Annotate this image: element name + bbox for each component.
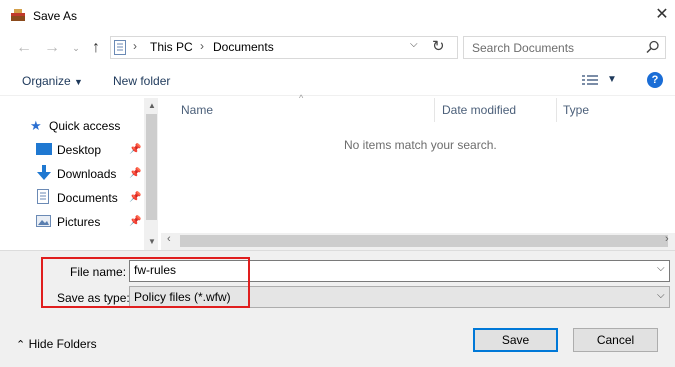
desktop-icon xyxy=(36,143,52,155)
sidebar-item-quick-access[interactable]: Quick access xyxy=(49,119,120,133)
up-arrow-icon[interactable]: ↑ xyxy=(86,38,106,58)
hide-folders-button[interactable]: ⌃ Hide Folders xyxy=(16,337,97,351)
new-folder-button[interactable]: New folder xyxy=(113,74,170,88)
cancel-button[interactable]: Cancel xyxy=(573,328,658,352)
chevron-down-icon: ▼ xyxy=(74,77,83,87)
back-arrow-icon[interactable]: ← xyxy=(14,38,34,58)
refresh-icon[interactable]: ↻ xyxy=(432,37,445,55)
scroll-right-arrow-icon[interactable]: › xyxy=(665,233,669,245)
title-bar xyxy=(0,0,675,32)
column-header-name[interactable]: Name xyxy=(181,103,213,117)
pin-icon[interactable]: 📌 xyxy=(129,144,141,155)
organize-button[interactable]: Organize ▼ xyxy=(22,74,83,88)
this-pc-icon xyxy=(114,40,126,55)
empty-results-message: No items match your search. xyxy=(344,138,497,152)
breadcrumb-separator-icon: › xyxy=(133,39,137,53)
sort-caret-icon: ^ xyxy=(299,93,304,103)
search-placeholder: Search Documents xyxy=(472,41,575,55)
window-title: Save As xyxy=(33,9,78,23)
file-list-scrollbar-thumb[interactable] xyxy=(180,235,668,247)
sidebar-item-downloads[interactable]: Downloads xyxy=(57,167,116,181)
command-bar xyxy=(0,66,675,96)
breadcrumb-this-pc[interactable]: This PC xyxy=(150,40,193,54)
scroll-up-arrow-icon[interactable]: ▲ xyxy=(148,101,156,110)
column-divider[interactable] xyxy=(434,98,435,122)
sidebar-item-desktop[interactable]: Desktop xyxy=(57,143,101,157)
download-arrow-icon xyxy=(37,165,51,180)
help-button[interactable]: ? xyxy=(647,72,663,88)
star-icon: ★ xyxy=(30,118,42,133)
scroll-down-arrow-icon[interactable]: ▼ xyxy=(148,237,156,246)
app-icon xyxy=(11,9,25,21)
sidebar-scrollbar-thumb[interactable] xyxy=(146,114,157,220)
breadcrumb-documents[interactable]: Documents xyxy=(213,40,274,54)
close-icon[interactable]: ✕ xyxy=(650,4,674,26)
sidebar-item-pictures[interactable]: Pictures xyxy=(57,215,100,229)
save-type-dropdown-chevron-icon[interactable]: ⌵ xyxy=(657,290,665,301)
search-icon[interactable] xyxy=(646,40,660,54)
document-icon xyxy=(37,189,49,204)
view-options-icon[interactable] xyxy=(582,74,598,86)
file-name-dropdown-chevron-icon[interactable]: ⌵ xyxy=(657,263,665,274)
recent-locations-chevron-icon[interactable]: ⌄ xyxy=(66,38,86,58)
breadcrumb-separator-icon: › xyxy=(200,39,204,53)
view-dropdown-chevron-icon[interactable]: ▼ xyxy=(607,74,617,85)
hide-folders-label: Hide Folders xyxy=(28,337,97,351)
annotation-highlight-box xyxy=(41,257,250,308)
scroll-left-arrow-icon[interactable]: ‹ xyxy=(167,233,171,245)
column-header-type[interactable]: Type xyxy=(563,103,589,117)
forward-arrow-icon[interactable]: → xyxy=(42,38,62,58)
column-divider[interactable] xyxy=(556,98,557,122)
address-dropdown-chevron-icon[interactable]: ⌵ xyxy=(410,39,418,50)
pin-icon[interactable]: 📌 xyxy=(129,168,141,179)
pin-icon[interactable]: 📌 xyxy=(129,216,141,227)
divider xyxy=(0,250,675,251)
pin-icon[interactable]: 📌 xyxy=(129,192,141,203)
chevron-up-icon: ⌃ xyxy=(16,339,26,351)
save-button[interactable]: Save xyxy=(473,328,558,352)
column-header-date-modified[interactable]: Date modified xyxy=(442,103,516,117)
sidebar-item-documents[interactable]: Documents xyxy=(57,191,118,205)
pictures-icon xyxy=(36,215,51,227)
organize-label: Organize xyxy=(22,74,71,88)
